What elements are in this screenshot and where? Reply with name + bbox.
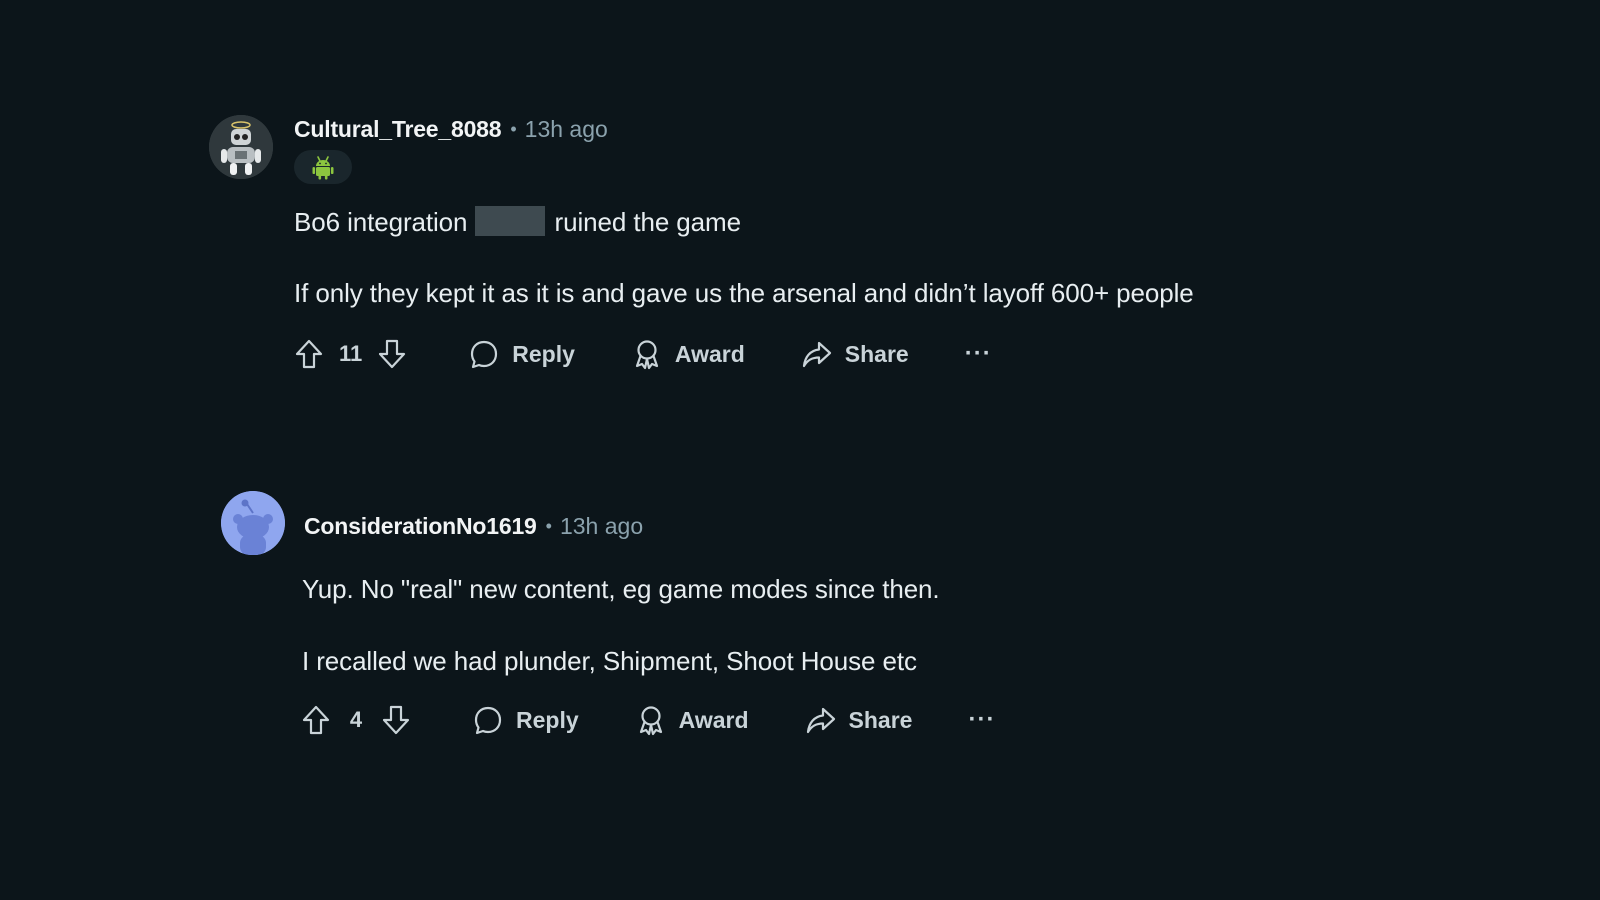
comment-text-line: Yup. No "real" new content, eg game mode…: [302, 574, 940, 604]
reply-label: Reply: [512, 340, 575, 367]
vote-count: 4: [349, 707, 363, 732]
meta-separator: •: [510, 119, 517, 139]
reply-button[interactable]: Reply: [472, 704, 579, 736]
downvote-icon: [382, 705, 410, 735]
comment-text-before-redaction: Bo6 integration: [294, 207, 468, 237]
comment-bubble-icon: [471, 340, 498, 369]
upvote-button[interactable]: [300, 704, 332, 736]
comment-actions: 11 Reply Award Share ···: [293, 334, 992, 374]
comment-text-line: I recalled we had plunder, Shipment, Sho…: [302, 646, 917, 676]
downvote-icon: [379, 339, 406, 369]
upvote-icon: [295, 339, 323, 369]
share-icon: [802, 341, 831, 368]
vote-count: 11: [339, 341, 363, 366]
reply-label: Reply: [516, 706, 579, 733]
comment-meta: ConsiderationNo1619 • 13h ago: [304, 513, 643, 540]
redacted-text: [475, 206, 546, 236]
comment-text-after-redaction: ruined the game: [554, 207, 742, 237]
award-button[interactable]: Award: [635, 704, 749, 736]
username[interactable]: ConsiderationNo1619: [304, 513, 537, 540]
username[interactable]: Cultural_Tree_8088: [294, 116, 502, 143]
upvote-icon: [302, 705, 330, 735]
user-flair: [294, 150, 352, 184]
timestamp[interactable]: 13h ago: [525, 116, 608, 143]
downvote-button[interactable]: [376, 338, 408, 370]
comment-meta: Cultural_Tree_8088 • 13h ago: [294, 116, 608, 143]
share-button[interactable]: Share: [805, 704, 913, 736]
award-icon: [639, 706, 662, 736]
avatar[interactable]: [209, 115, 273, 179]
downvote-button[interactable]: [380, 704, 412, 736]
award-label: Award: [674, 340, 745, 367]
avatar[interactable]: [221, 491, 285, 555]
share-label: Share: [848, 706, 913, 733]
award-button[interactable]: Award: [631, 338, 745, 370]
timestamp[interactable]: 13h ago: [560, 513, 643, 540]
more-options-button[interactable]: ···: [965, 340, 992, 368]
comment-text-line: Bo6 integration ruined the game: [294, 206, 741, 238]
share-label: Share: [844, 340, 909, 367]
comment-bubble-icon: [474, 706, 502, 735]
robot-avatar-icon: [209, 115, 273, 179]
award-label: Award: [678, 706, 749, 733]
snoo-avatar-icon: [221, 491, 285, 555]
upvote-button[interactable]: [293, 338, 325, 370]
comment-text-line: If only they kept it as it is and gave u…: [294, 278, 1194, 308]
more-options-button[interactable]: ···: [968, 706, 995, 734]
share-button[interactable]: Share: [801, 338, 909, 370]
comment-actions: 4 Reply Award Share ···: [300, 700, 995, 740]
award-icon: [635, 340, 659, 370]
reply-button[interactable]: Reply: [468, 338, 575, 370]
android-icon: [312, 156, 334, 180]
share-icon: [806, 707, 835, 734]
meta-separator: •: [545, 516, 552, 536]
